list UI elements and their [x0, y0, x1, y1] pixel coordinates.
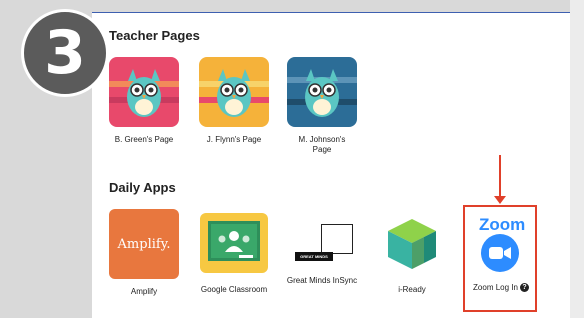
teacher-label[interactable]: M. Johnson's Page: [292, 135, 352, 156]
app-tile-great-minds[interactable]: GREAT MINDS Great Minds InSync: [286, 224, 358, 286]
step-number: 3: [44, 18, 86, 88]
amplify-logo-text: Amplify.: [117, 236, 171, 252]
google-classroom-icon: [200, 213, 268, 273]
app-label[interactable]: Great Minds InSync: [287, 276, 357, 286]
teacher-label[interactable]: J. Flynn's Page: [207, 135, 261, 145]
arrow-head-icon: [494, 196, 506, 204]
teacher-pages-heading: Teacher Pages: [109, 28, 200, 43]
iready-cube-icon: [382, 213, 442, 273]
app-label[interactable]: Google Classroom: [201, 285, 267, 295]
great-minds-logo-text: GREAT MINDS: [295, 252, 333, 261]
teacher-label[interactable]: B. Green's Page: [115, 135, 173, 145]
page-scrollbar[interactable]: [570, 0, 584, 318]
owl-avatar-icon: [287, 57, 357, 127]
teacher-tile-johnson[interactable]: M. Johnson's Page: [286, 57, 358, 156]
amplify-logo-icon: Amplify.: [109, 209, 179, 279]
owl-avatar-icon: [199, 57, 269, 127]
app-label[interactable]: i-Ready: [398, 285, 426, 295]
pointer-arrow: [499, 155, 501, 199]
zoom-camera-icon[interactable]: [481, 234, 519, 272]
app-label[interactable]: Amplify: [131, 287, 157, 297]
help-icon[interactable]: ?: [519, 283, 529, 293]
great-minds-logo-icon: GREAT MINDS: [291, 224, 353, 264]
owl-avatar-icon: [109, 57, 179, 127]
zoom-logo-text: Zoom: [479, 215, 526, 234]
app-tile-zoom[interactable]: Zoom Log In?: [466, 283, 536, 293]
app-label[interactable]: Zoom Log In: [473, 283, 518, 292]
teacher-tile-flynn[interactable]: J. Flynn's Page: [198, 57, 270, 145]
app-tile-iready[interactable]: i-Ready: [376, 213, 448, 295]
teacher-tile-green[interactable]: B. Green's Page: [108, 57, 180, 145]
app-tile-google-classroom[interactable]: Google Classroom: [198, 213, 270, 295]
step-number-badge: 3: [21, 9, 109, 97]
zoom-label-row[interactable]: Zoom Log In?: [473, 283, 529, 293]
daily-apps-heading: Daily Apps: [109, 180, 176, 195]
app-tile-amplify[interactable]: Amplify. Amplify: [108, 209, 180, 297]
